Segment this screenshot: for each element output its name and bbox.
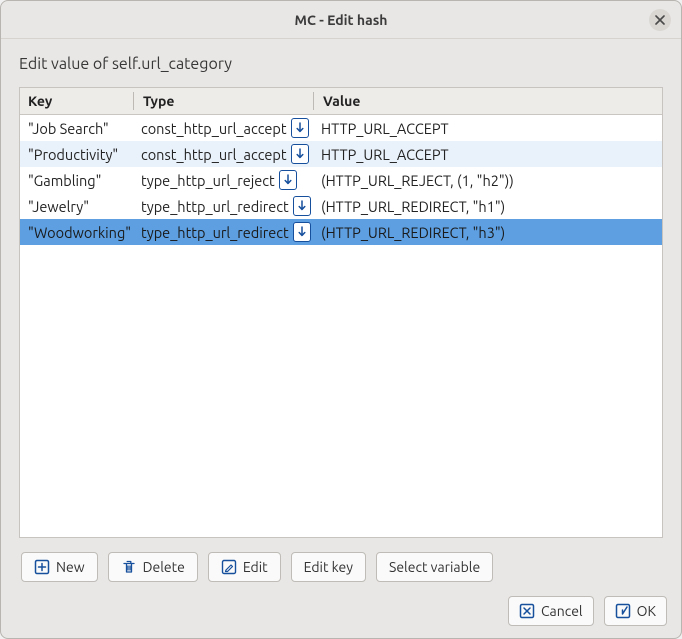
dialog-heading: Edit value of self.url_category: [19, 55, 663, 73]
cell-key: "Job Search": [20, 115, 133, 142]
ok-button-label: OK: [637, 603, 656, 619]
type-dropdown-button[interactable]: [293, 222, 311, 242]
cell-value: (HTTP_URL_REDIRECT, "h3"): [313, 219, 662, 245]
hash-table: Key Type Value "Job Search" const_http_ur…: [20, 88, 662, 245]
window-title: MC - Edit hash: [294, 12, 387, 28]
edit-button-label: Edit: [243, 559, 268, 575]
cell-value: HTTP_URL_ACCEPT: [313, 115, 662, 142]
cancel-button-label: Cancel: [541, 603, 583, 619]
action-toolbar: New Delete Edit Edit key Select variable: [19, 552, 663, 582]
pencil-icon: [221, 559, 237, 575]
table-row[interactable]: "Jewelry" type_http_url_redirect (HTTP_URL…: [20, 193, 662, 219]
table-row[interactable]: "Productivity" const_http_url_accept HTTP_…: [20, 141, 662, 167]
column-header-type[interactable]: Type: [133, 88, 313, 115]
cancel-button[interactable]: Cancel: [508, 596, 594, 626]
edit-button[interactable]: Edit: [208, 552, 281, 582]
trash-icon: [121, 559, 137, 575]
title-bar: MC - Edit hash: [1, 1, 681, 39]
close-icon: [655, 15, 665, 25]
arrow-down-icon: [298, 226, 306, 238]
type-text: type_http_url_reject: [141, 172, 275, 189]
column-header-value[interactable]: Value: [313, 88, 662, 115]
select-variable-button-label: Select variable: [389, 559, 480, 575]
window-close-button[interactable]: [649, 9, 671, 31]
ok-button[interactable]: OK: [604, 596, 667, 626]
type-dropdown-button[interactable]: [279, 170, 297, 190]
type-dropdown-button[interactable]: [291, 118, 309, 138]
table-body: "Job Search" const_http_url_accept HTTP_UR…: [20, 115, 662, 246]
type-text: const_http_url_accept: [141, 120, 287, 137]
type-text: type_http_url_redirect: [141, 224, 289, 241]
table-row[interactable]: "Woodworking" type_http_url_redirect (HTTP…: [20, 219, 662, 245]
cell-key: "Productivity": [20, 141, 133, 167]
table-header-row: Key Type Value: [20, 88, 662, 115]
select-variable-button[interactable]: Select variable: [376, 552, 493, 582]
delete-button[interactable]: Delete: [108, 552, 198, 582]
cell-key: "Gambling": [20, 167, 133, 193]
type-text: type_http_url_redirect: [141, 198, 289, 215]
cell-type: type_http_url_redirect: [133, 219, 313, 245]
dialog-window: MC - Edit hash Edit value of self.url_ca…: [0, 0, 682, 639]
arrow-down-icon: [284, 174, 292, 186]
new-button[interactable]: New: [21, 552, 98, 582]
cell-value: (HTTP_URL_REDIRECT, "h1"): [313, 193, 662, 219]
cell-type: type_http_url_reject: [133, 167, 313, 193]
type-text: const_http_url_accept: [141, 146, 287, 163]
edit-key-button-label: Edit key: [304, 559, 353, 575]
table-row[interactable]: "Gambling" type_http_url_reject (HTTP_URL_…: [20, 167, 662, 193]
type-dropdown-button[interactable]: [291, 144, 309, 164]
dialog-footer: Cancel OK: [1, 596, 681, 638]
edit-key-button[interactable]: Edit key: [291, 552, 366, 582]
cell-key: "Jewelry": [20, 193, 133, 219]
delete-button-label: Delete: [143, 559, 185, 575]
dialog-content: Edit value of self.url_category Key Type…: [1, 39, 681, 596]
cell-key: "Woodworking": [20, 219, 133, 245]
arrow-down-icon: [296, 122, 304, 134]
plus-icon: [34, 559, 50, 575]
cell-type: const_http_url_accept: [133, 115, 313, 142]
hash-table-container: Key Type Value "Job Search" const_http_ur…: [19, 87, 663, 538]
arrow-down-icon: [298, 200, 306, 212]
cell-type: type_http_url_redirect: [133, 193, 313, 219]
arrow-down-icon: [296, 148, 304, 160]
cancel-icon: [519, 603, 535, 619]
new-button-label: New: [56, 559, 85, 575]
cell-value: (HTTP_URL_REJECT, (1, "h2")): [313, 167, 662, 193]
table-row[interactable]: "Job Search" const_http_url_accept HTTP_UR…: [20, 115, 662, 142]
cell-value: HTTP_URL_ACCEPT: [313, 141, 662, 167]
type-dropdown-button[interactable]: [293, 196, 311, 216]
cell-type: const_http_url_accept: [133, 141, 313, 167]
column-header-key[interactable]: Key: [20, 88, 133, 115]
ok-icon: [615, 603, 631, 619]
